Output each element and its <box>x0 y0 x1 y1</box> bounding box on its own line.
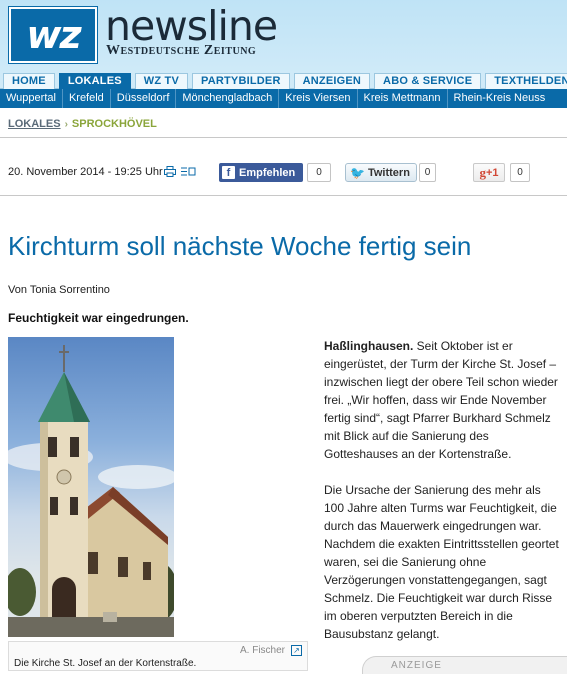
article-paragraph: Die Ursache der Sanierung des mehr als 1… <box>324 483 559 641</box>
dateline: Haßlinghausen. <box>324 339 414 353</box>
enlarge-icon[interactable]: ↗ <box>291 645 302 656</box>
subnav-item-rhein-kreis-neuss[interactable]: Rhein-Kreis Neuss <box>448 89 552 108</box>
printer-icon[interactable] <box>164 166 176 177</box>
twitter-bird-icon: 🐦 <box>350 165 365 180</box>
photo-credit: A. Fischer <box>239 645 285 656</box>
subnav-item-duesseldorf[interactable]: Düsseldorf <box>111 89 177 108</box>
facebook-recommend-button[interactable]: f Empfehlen <box>219 163 303 182</box>
twitter-label: Twittern <box>367 166 410 179</box>
twitter-tweet-button[interactable]: 🐦 Twittern <box>345 163 417 182</box>
breadcrumb: LOKALES › SPROCKHÖVEL <box>8 118 157 130</box>
article-paragraph: Haßlinghausen. Seit Oktober ist er einge… <box>324 337 559 463</box>
article-byline: Von Tonia Sorrentino <box>8 284 110 296</box>
nav-tab-home[interactable]: HOME <box>3 73 55 89</box>
google-plus-button[interactable]: g +1 <box>473 163 505 182</box>
divider <box>0 195 567 196</box>
subnav-item-wuppertal[interactable]: Wuppertal <box>0 89 63 108</box>
subnav-item-kreis-viersen[interactable]: Kreis Viersen <box>279 89 358 108</box>
google-plus-count: 0 <box>510 163 530 182</box>
brand-subtitle: Westdeutsche Zeitung <box>106 43 257 58</box>
sub-nav: Wuppertal Krefeld Düsseldorf Mönchenglad… <box>0 89 567 108</box>
photo-caption-box: A. Fischer ↗ Die Kirche St. Josef an der… <box>8 641 308 671</box>
nav-tab-texthelden[interactable]: TEXTHELDEN <box>485 73 567 89</box>
nav-tab-wz-tv[interactable]: WZ TV <box>134 73 188 89</box>
subnav-item-krefeld[interactable]: Krefeld <box>63 89 111 108</box>
facebook-count: 0 <box>307 163 331 182</box>
twitter-count: 0 <box>419 163 436 182</box>
breadcrumb-current[interactable]: SPROCKHÖVEL <box>72 118 157 130</box>
breadcrumb-separator: › <box>64 118 68 130</box>
advertisement-tab[interactable]: ANZEIGE <box>362 656 567 674</box>
divider <box>0 137 567 138</box>
gplus-label: +1 <box>485 166 499 179</box>
nav-tab-anzeigen[interactable]: ANZEIGEN <box>293 73 371 89</box>
facebook-icon: f <box>222 166 235 179</box>
nav-tab-abo-service[interactable]: ABO & SERVICE <box>374 73 482 89</box>
subnav-item-moenchengladbach[interactable]: Mönchengladbach <box>176 89 280 108</box>
photo-caption: Die Kirche St. Josef an der Kortenstraße… <box>14 658 197 669</box>
nav-tab-lokales[interactable]: LOKALES <box>58 73 131 89</box>
article-headline: Kirchturm soll nächste Woche fertig sein <box>8 231 472 261</box>
breadcrumb-lokales[interactable]: LOKALES <box>8 118 61 130</box>
masthead: wz newsline Westdeutsche Zeitung <box>0 0 567 73</box>
subnav-item-kreis-mettmann[interactable]: Kreis Mettmann <box>358 89 448 108</box>
church-illustration <box>8 345 174 637</box>
church-photo[interactable] <box>8 337 174 637</box>
article-date: 20. November 2014 - 19:25 Uhr <box>8 166 163 178</box>
article-teaser: Feuchtigkeit war eingedrungen. <box>8 311 189 325</box>
paragraph-text: Seit Oktober ist er eingerüstet, der Tur… <box>324 339 558 461</box>
article-body: Haßlinghausen. Seit Oktober ist er einge… <box>324 337 559 661</box>
wz-logo[interactable]: wz <box>8 6 98 64</box>
main-nav: HOME LOKALES WZ TV PARTYBILDER ANZEIGEN … <box>0 73 567 89</box>
nav-tab-partybilder[interactable]: PARTYBILDER <box>192 73 290 89</box>
logo-text: wz <box>26 13 81 57</box>
text-size-icon[interactable] <box>181 166 196 177</box>
facebook-label: Empfehlen <box>239 166 296 179</box>
